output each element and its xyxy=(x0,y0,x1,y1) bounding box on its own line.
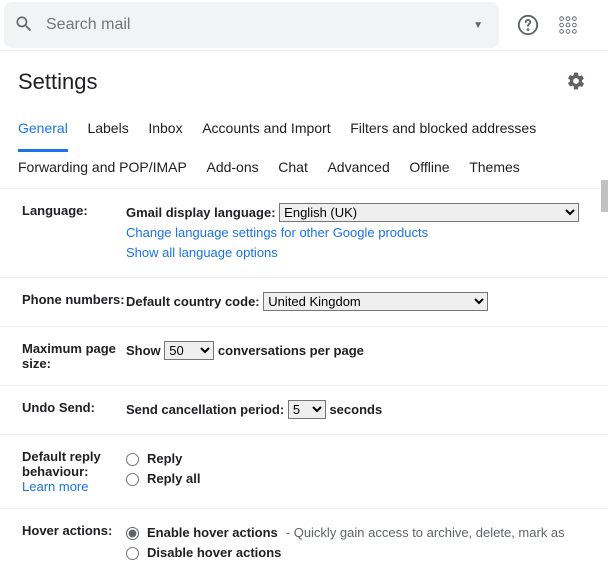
gear-icon[interactable] xyxy=(566,71,586,94)
search-icon xyxy=(14,14,34,37)
settings-tabs: General Labels Inbox Accounts and Import… xyxy=(0,105,608,189)
enable-hover-label: Enable hover actions xyxy=(147,523,278,543)
apps-grid-icon[interactable] xyxy=(557,14,579,36)
tab-accounts[interactable]: Accounts and Import xyxy=(202,113,330,149)
reply-all-option-label: Reply all xyxy=(147,469,200,489)
reply-radio[interactable] xyxy=(126,453,139,466)
phone-label: Phone numbers: xyxy=(22,292,126,312)
reply-label: Default reply behaviour: xyxy=(22,449,101,479)
section-hover: Hover actions: Enable hover actions - Qu… xyxy=(0,509,608,577)
change-language-link[interactable]: Change language settings for other Googl… xyxy=(126,225,428,240)
help-icon[interactable] xyxy=(517,14,539,36)
disable-hover-label: Disable hover actions xyxy=(147,543,281,563)
tab-chat[interactable]: Chat xyxy=(278,152,308,188)
page-title: Settings xyxy=(18,69,98,95)
reply-option-label: Reply xyxy=(147,449,182,469)
reply-all-radio[interactable] xyxy=(126,473,139,486)
search-bar[interactable]: ▼ xyxy=(4,2,499,48)
disable-hover-radio[interactable] xyxy=(126,547,139,560)
section-undo: Undo Send: Send cancellation period: 5 s… xyxy=(0,386,608,435)
language-label: Language: xyxy=(22,203,126,263)
enable-hover-radio[interactable] xyxy=(126,527,139,540)
tab-themes[interactable]: Themes xyxy=(469,152,520,188)
country-code-label: Default country code: xyxy=(126,294,260,309)
tab-inbox[interactable]: Inbox xyxy=(148,113,182,149)
undo-suffix: seconds xyxy=(329,402,382,417)
tab-advanced[interactable]: Advanced xyxy=(327,152,389,188)
search-input[interactable] xyxy=(46,16,473,34)
pagesize-suffix: conversations per page xyxy=(218,343,364,358)
hover-label: Hover actions: xyxy=(22,523,126,563)
display-language-select[interactable]: English (UK) xyxy=(279,203,579,222)
undo-label: Undo Send: xyxy=(22,400,126,420)
section-language: Language: Gmail display language: Englis… xyxy=(0,189,608,278)
tab-addons[interactable]: Add-ons xyxy=(206,152,258,188)
section-phone: Phone numbers: Default country code: Uni… xyxy=(0,278,608,327)
tab-general[interactable]: General xyxy=(18,113,68,152)
pagesize-show-text: Show xyxy=(126,343,161,358)
pagesize-label: Maximum page size: xyxy=(22,341,126,371)
learn-more-link[interactable]: Learn more xyxy=(22,479,88,494)
section-pagesize: Maximum page size: Show 50 conversations… xyxy=(0,327,608,386)
enable-hover-desc: - Quickly gain access to archive, delete… xyxy=(286,523,565,543)
section-reply: Default reply behaviour: Learn more Repl… xyxy=(0,435,608,509)
show-all-languages-link[interactable]: Show all language options xyxy=(126,245,278,260)
undo-period-label: Send cancellation period: xyxy=(126,402,284,417)
tab-filters[interactable]: Filters and blocked addresses xyxy=(350,113,536,149)
tab-labels[interactable]: Labels xyxy=(87,113,128,149)
display-language-label: Gmail display language: xyxy=(126,205,276,220)
tab-offline[interactable]: Offline xyxy=(409,152,449,188)
undo-period-select[interactable]: 5 xyxy=(288,400,326,419)
country-code-select[interactable]: United Kingdom xyxy=(263,292,488,311)
tab-forwarding[interactable]: Forwarding and POP/IMAP xyxy=(18,152,187,188)
pagesize-select[interactable]: 50 xyxy=(164,341,214,360)
scrollbar-thumb[interactable] xyxy=(601,180,608,212)
search-options-dropdown-icon[interactable]: ▼ xyxy=(473,20,483,31)
